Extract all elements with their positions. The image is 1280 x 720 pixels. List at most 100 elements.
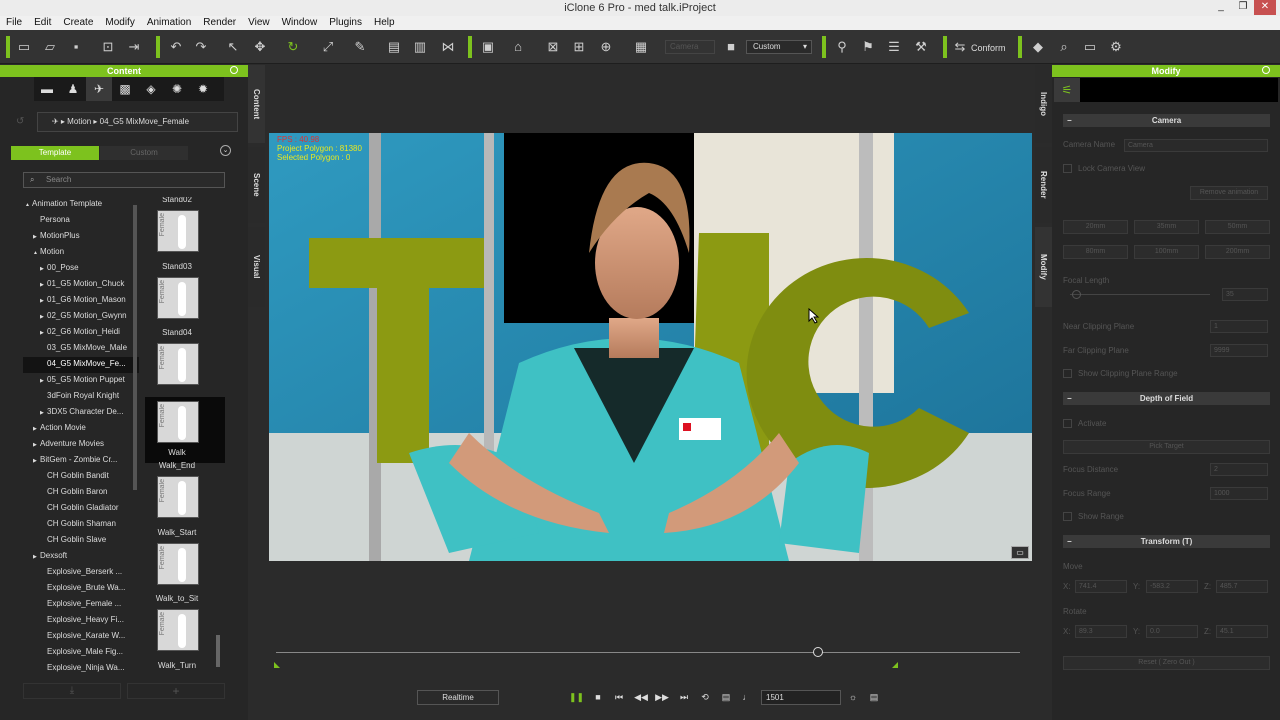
timeline-playhead[interactable] [813, 647, 823, 657]
expand-arrow-icon[interactable]: ▶ [40, 326, 46, 340]
loop-icon[interactable]: ⟲ [698, 690, 712, 704]
tree-item[interactable]: ▶ Dexsoft [23, 549, 139, 565]
motion-icon[interactable]: ✈ [86, 77, 112, 101]
tree-item[interactable]: 3dFoin Royal Knight [23, 389, 139, 405]
tree-item[interactable]: Persona [23, 213, 139, 229]
far-clip-field[interactable]: 9999 [1210, 344, 1268, 357]
tree-item[interactable]: Explosive_Male Fig... [23, 645, 139, 661]
expand-arrow-icon[interactable]: ▶ [40, 262, 46, 276]
rotate-z-field[interactable]: 45.1 [1216, 625, 1268, 638]
menu-animation[interactable]: Animation [141, 16, 197, 30]
motion-thumbnail[interactable]: Female Walk [145, 396, 225, 463]
scale-icon[interactable]: ⤢ [320, 39, 336, 55]
motion-thumbnail[interactable]: Female Walk_to_Sit [145, 594, 225, 663]
focal-slider-thumb[interactable] [1072, 290, 1081, 299]
panel-icon[interactable]: ▤ [867, 690, 881, 704]
video-camera-icon[interactable]: ■ [723, 39, 739, 55]
move-x-field[interactable]: 741.4 [1075, 580, 1127, 593]
conform-button[interactable]: Conform [971, 43, 1006, 53]
move-icon[interactable]: ✥ [252, 39, 268, 55]
back-icon[interactable]: ↺ [16, 116, 24, 127]
focal-length-field[interactable]: 35 [1222, 288, 1268, 301]
expand-arrow-icon[interactable]: ▶ [33, 454, 39, 468]
tab-render[interactable]: Render [1035, 147, 1052, 223]
lock-camera-checkbox[interactable] [1063, 164, 1072, 173]
tree-item[interactable]: ▶ BitGem - Zombie Cr... [23, 453, 139, 469]
search-scene-icon[interactable]: ⌕ [1056, 39, 1072, 55]
range-start-marker[interactable] [274, 662, 280, 668]
expand-arrow-icon[interactable]: ▶ [40, 294, 46, 308]
frame-selected-icon[interactable]: ⊕ [598, 39, 614, 55]
zoom-extent-icon[interactable]: ⊞ [571, 39, 587, 55]
forward-icon[interactable]: ▶▶ [655, 690, 669, 704]
breadcrumb-current[interactable]: 04_G5 MixMove_Female [100, 117, 189, 126]
menu-window[interactable]: Window [276, 16, 324, 30]
motion-thumbnail[interactable]: Female Stand02 [145, 197, 225, 264]
3d-viewport[interactable]: FPS : 40.98 Project Polygon : 81380 Sele… [269, 133, 1032, 561]
tree-item[interactable]: ▶ 00_Pose [23, 261, 139, 277]
image-icon[interactable]: ▩ [112, 77, 138, 101]
camera-select[interactable]: Camera [665, 40, 715, 54]
tree-item[interactable]: Explosive_Female ... [23, 597, 139, 613]
pause-icon[interactable]: ❚❚ [569, 690, 584, 704]
collapse-arrow-icon[interactable]: ▲ [25, 198, 31, 212]
expand-arrow-icon[interactable]: ▶ [33, 438, 39, 452]
motion-thumbnail[interactable]: Female Walk_Start [145, 528, 225, 597]
tree-item[interactable]: Explosive_Heavy Fi... [23, 613, 139, 629]
lens-20mm-button[interactable]: 20mm [1063, 220, 1128, 234]
lens-200mm-button[interactable]: 200mm [1205, 245, 1270, 259]
viewport-mode-icon[interactable]: ▭ [1011, 546, 1029, 559]
focal-length-slider[interactable] [1070, 294, 1210, 295]
expand-arrow-icon[interactable]: ▶ [33, 230, 39, 244]
chevron-down-icon[interactable]: ⌄ [220, 145, 231, 156]
close-panel-icon[interactable] [1262, 66, 1270, 74]
download-button[interactable]: ⤓ [23, 683, 121, 699]
undo-icon[interactable]: ↶ [168, 39, 184, 55]
motion-thumbnail[interactable]: Female Stand04 [145, 328, 225, 397]
lens-50mm-button[interactable]: 50mm [1205, 220, 1270, 234]
tree-item[interactable]: ▲ Motion [23, 245, 139, 261]
expand-arrow-icon[interactable]: ▶ [40, 406, 46, 420]
flag-icon[interactable]: ⚑ [860, 39, 876, 55]
menu-modify[interactable]: Modify [99, 16, 140, 30]
tree-item[interactable]: ▶ MotionPlus [23, 229, 139, 245]
subtitle-icon[interactable]: ▤ [719, 690, 733, 704]
expand-arrow-icon[interactable]: ▶ [40, 374, 46, 388]
stop-icon[interactable]: ■ [591, 690, 605, 704]
preview-icon[interactable]: ▦ [633, 39, 649, 55]
list-icon[interactable]: ☰ [886, 39, 902, 55]
expand-arrow-icon[interactable]: ▶ [40, 278, 46, 292]
lens-80mm-button[interactable]: 80mm [1063, 245, 1128, 259]
add-button[interactable]: + [127, 683, 225, 699]
motion-thumbnail[interactable]: Female Stand03 [145, 262, 225, 331]
settings-icon[interactable]: ☼ [846, 690, 860, 704]
expand-arrow-icon[interactable]: ▶ [33, 550, 39, 564]
tree-item[interactable]: 04_G5 MixMove_Fe... [23, 357, 139, 373]
tree-item[interactable]: CH Goblin Shaman [23, 517, 139, 533]
minimize-button[interactable]: _ [1210, 0, 1232, 15]
tree-item[interactable]: CH Goblin Baron [23, 485, 139, 501]
tool-icon[interactable]: ⚒ [913, 39, 929, 55]
save-icon[interactable]: ▪ [68, 39, 84, 55]
render-icon[interactable]: ⊡ [100, 39, 116, 55]
rotate-icon[interactable]: ↻ [285, 39, 301, 55]
tree-item[interactable]: ▶ Action Movie [23, 421, 139, 437]
lens-100mm-button[interactable]: 100mm [1134, 245, 1199, 259]
menu-plugins[interactable]: Plugins [323, 16, 368, 30]
tree-item[interactable]: ▶ 01_G6 Motion_Mason [23, 293, 139, 309]
close-button[interactable]: ✕ [1254, 0, 1276, 15]
open-folder-icon[interactable]: ▱ [42, 39, 58, 55]
dof-activate-checkbox[interactable] [1063, 419, 1072, 428]
breadcrumb-motion[interactable]: Motion [67, 117, 91, 126]
export-icon[interactable]: ⇥ [126, 39, 142, 55]
tree-item[interactable]: Explosive_Ninja Wa... [23, 661, 139, 675]
viewport-layout-icon[interactable]: ▣ [480, 39, 496, 55]
distribute-icon[interactable]: ▥ [412, 39, 428, 55]
expand-arrow-icon[interactable]: ▶ [40, 310, 46, 324]
thumb-scrollbar[interactable] [216, 635, 220, 667]
menu-file[interactable]: File [0, 16, 28, 30]
film-icon[interactable]: ✺ [164, 77, 190, 101]
skip-forward-icon[interactable]: ⏭ [677, 690, 691, 704]
tree-item[interactable]: ▶ 02_G5 Motion_Gwynn [23, 309, 139, 325]
expand-arrow-icon[interactable]: ▶ [33, 422, 39, 436]
